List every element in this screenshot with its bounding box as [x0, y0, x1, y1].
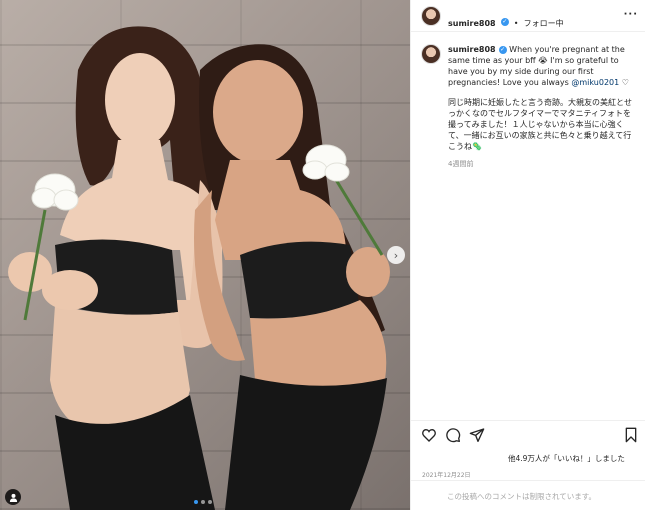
heart-icon[interactable] — [421, 427, 437, 443]
tagged-users-button[interactable] — [5, 489, 21, 505]
carousel-indicator — [194, 500, 212, 504]
heart-emoji: ♡ — [621, 78, 629, 87]
bookmark-icon[interactable] — [623, 427, 639, 443]
avatar[interactable] — [421, 6, 441, 26]
verified-badge-icon: ✓ — [500, 17, 509, 26]
maternity-photo-illustration — [8, 26, 390, 510]
caption-japanese-emoji: 🦠 — [472, 142, 482, 151]
comment-area: この投稿へのコメントは制限されています。 — [411, 480, 645, 510]
comment-icon[interactable] — [445, 427, 461, 443]
caption-text: sumire808 ✓ When you're pregnant at the s… — [448, 44, 636, 170]
likes-count[interactable]: 他4.9万人が「いいね！」しました — [508, 453, 625, 464]
header-separator: • — [513, 19, 519, 28]
comments-disabled-notice: この投稿へのコメントは制限されています。 — [447, 492, 597, 501]
crying-emoji: 😭 — [538, 56, 548, 65]
next-photo-button[interactable]: › — [387, 246, 405, 264]
verified-badge-icon: ✓ — [498, 45, 507, 54]
post-photo[interactable]: › — [0, 0, 410, 510]
carousel-dot — [208, 500, 212, 504]
caption-japanese: 同じ時期に妊娠したと言う奇跡。大親友の美紅とせっかくなのでセルフタイマーでマタニ… — [448, 97, 636, 152]
post-date: 2021年12月22日 — [422, 472, 471, 479]
share-icon[interactable] — [469, 427, 485, 443]
carousel-dot — [201, 500, 205, 504]
person-icon — [9, 493, 17, 502]
follow-status-button[interactable]: フォロー中 — [524, 19, 564, 28]
post-header: sumire808 ✓ • フォロー中 ··· — [411, 0, 645, 32]
more-options-icon[interactable]: ··· — [624, 9, 638, 20]
mention-link[interactable]: @miku0201 — [571, 78, 619, 87]
action-bar — [411, 420, 645, 452]
chevron-right-icon: › — [393, 248, 399, 262]
post-detail-pane: sumire808 ✓ • フォロー中 ··· sumire808 ✓ When … — [410, 0, 645, 510]
caption-username[interactable]: sumire808 — [448, 45, 496, 54]
carousel-dot-active — [194, 500, 198, 504]
header-username[interactable]: sumire808 — [448, 19, 496, 28]
time-ago: 4週間前 — [448, 160, 474, 168]
caption-avatar[interactable] — [421, 44, 441, 64]
